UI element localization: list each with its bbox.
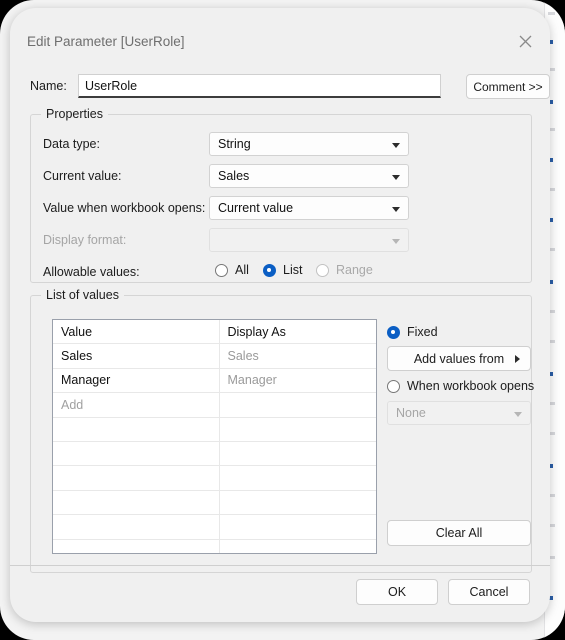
table-row-empty[interactable]: [53, 539, 376, 553]
table-row[interactable]: Sales Sales: [53, 343, 376, 369]
parameter-name-input[interactable]: [78, 74, 441, 98]
radio-circle-icon: [215, 263, 228, 277]
chevron-down-icon: [392, 143, 400, 148]
cell-value[interactable]: Value: [53, 320, 220, 345]
data-type-label: Data type:: [43, 137, 100, 151]
source-radio-fixed[interactable]: Fixed: [387, 325, 438, 339]
table-header-row[interactable]: Value Display As: [53, 320, 376, 345]
value-on-open-value: Current value: [218, 201, 294, 215]
properties-group: Properties Data type: String Current val…: [30, 107, 532, 283]
source-radio-fixed-label: Fixed: [407, 325, 438, 339]
value-on-open-label: Value when workbook opens:: [43, 201, 206, 215]
chevron-down-icon: [514, 412, 522, 417]
chevron-down-icon: [392, 239, 400, 244]
caret-right-icon: [515, 354, 520, 363]
add-values-from-label: Add values from: [413, 351, 505, 366]
allowable-values-radio-range-label: Range: [336, 263, 373, 277]
table-row-empty[interactable]: [53, 441, 376, 467]
cell-display-as[interactable]: [219, 417, 376, 442]
table-row-add[interactable]: Add: [53, 392, 376, 418]
list-of-values-group-title: List of values: [41, 288, 124, 302]
chevron-down-icon: [392, 207, 400, 212]
allowable-values-label: Allowable values:: [43, 265, 140, 279]
source-radio-when-workbook-opens-label: When workbook opens: [407, 379, 535, 393]
display-format-label: Display format:: [43, 233, 127, 247]
data-type-combobox[interactable]: String: [209, 132, 409, 156]
cell-display-as[interactable]: [219, 539, 376, 553]
dialog-body: Name: Comment >> Properties Data type: S…: [10, 56, 550, 573]
cell-display-as[interactable]: Display As: [219, 320, 376, 345]
properties-group-title: Properties: [41, 107, 108, 121]
dialog-titlebar: Edit Parameter [UserRole]: [10, 8, 550, 56]
cell-display-as[interactable]: Sales: [219, 343, 376, 369]
table-row-empty[interactable]: [53, 465, 376, 491]
cell-display-as[interactable]: [219, 490, 376, 516]
cell-display-as[interactable]: [219, 514, 376, 540]
radio-circle-icon: [387, 379, 400, 393]
cell-display-as[interactable]: [219, 441, 376, 467]
edit-parameter-dialog: Edit Parameter [UserRole] Name: Comment …: [10, 8, 550, 622]
cell-value[interactable]: Add: [53, 392, 220, 418]
radio-circle-icon: [387, 325, 400, 339]
current-value-combobox[interactable]: Sales: [209, 164, 409, 188]
comment-button[interactable]: Comment >>: [466, 74, 550, 99]
value-on-open-combobox[interactable]: Current value: [209, 196, 409, 220]
table-row-empty[interactable]: [53, 417, 376, 442]
allowable-values-radio-list[interactable]: List: [263, 263, 302, 277]
values-table-grid: Value Display As Sales Sales Manager Manager A…: [53, 320, 376, 553]
source-radio-when-workbook-opens[interactable]: When workbook opens: [387, 379, 534, 393]
radio-circle-icon: [263, 263, 276, 277]
cell-display-as[interactable]: [219, 392, 376, 418]
current-value-value: Sales: [218, 169, 250, 183]
when-workbook-opens-value: None: [396, 406, 426, 420]
values-table[interactable]: Value Display As Sales Sales Manager Manager A…: [52, 319, 377, 554]
cell-value[interactable]: [53, 514, 220, 540]
allowable-values-radio-all-label: All: [235, 263, 249, 277]
cancel-button[interactable]: Cancel: [448, 579, 530, 605]
table-row[interactable]: Manager Manager: [53, 368, 376, 394]
screen: Edit Parameter [UserRole] Name: Comment …: [0, 0, 565, 640]
data-type-value: String: [218, 137, 251, 151]
cell-value[interactable]: [53, 539, 220, 553]
radio-circle-icon: [316, 263, 329, 277]
close-icon[interactable]: [512, 28, 538, 54]
display-format-combobox: [209, 228, 409, 252]
cell-value[interactable]: [53, 417, 220, 442]
cell-value[interactable]: Sales: [53, 343, 220, 369]
allowable-values-radio-list-label: List: [283, 263, 303, 277]
add-values-from-button[interactable]: Add values from: [387, 346, 531, 371]
cell-value[interactable]: [53, 441, 220, 467]
cell-value[interactable]: [53, 490, 220, 516]
clear-all-button[interactable]: Clear All: [387, 520, 531, 546]
cell-value[interactable]: [53, 465, 220, 491]
list-of-values-group: List of values Value Display As Sales Sales…: [30, 288, 534, 573]
cell-display-as[interactable]: [219, 465, 376, 491]
ok-button[interactable]: OK: [356, 579, 438, 605]
when-workbook-opens-combobox: None: [387, 401, 531, 425]
allowable-values-radio-all[interactable]: All: [215, 263, 249, 277]
current-value-label: Current value:: [43, 169, 122, 183]
name-row: Name: Comment >>: [30, 74, 550, 100]
allowable-values-radio-range: Range: [316, 263, 373, 277]
table-row-empty[interactable]: [53, 514, 376, 540]
dialog-title: Edit Parameter [UserRole]: [27, 34, 185, 49]
name-label: Name:: [30, 79, 67, 93]
table-row-empty[interactable]: [53, 490, 376, 516]
chevron-down-icon: [392, 175, 400, 180]
dialog-footer: OK Cancel: [10, 565, 550, 622]
cell-value[interactable]: Manager: [53, 368, 220, 394]
cell-display-as[interactable]: Manager: [219, 368, 376, 394]
